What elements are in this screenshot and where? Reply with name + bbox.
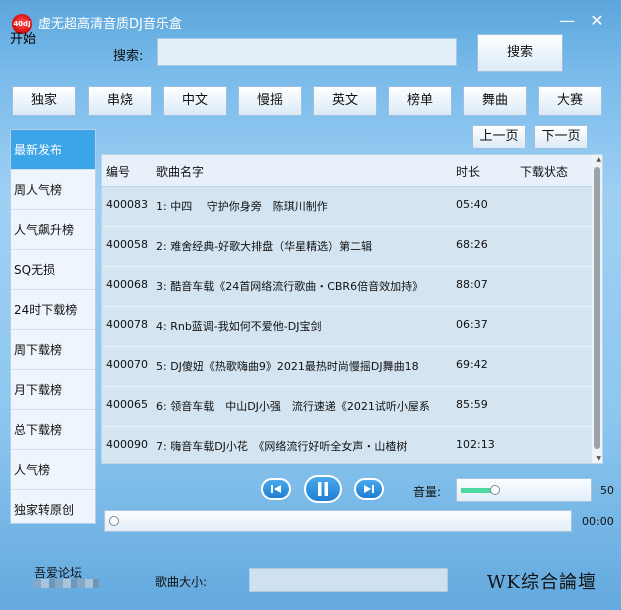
song-id: 400068 xyxy=(106,278,148,291)
sidebar: 最新发布 周人气榜 人气飙升榜 SQ无损 24时下载榜 周下载榜 月下载榜 总下… xyxy=(10,129,96,524)
sidebar-item-24h-downloads[interactable]: 24时下载榜 xyxy=(11,290,95,330)
table-row[interactable]: 400058 2: 难舍经典-好歌大排盘（华星精选）第二辑 68:26 xyxy=(102,226,592,267)
song-id: 400070 xyxy=(106,358,148,371)
previous-track-button[interactable] xyxy=(261,478,291,500)
scroll-thumb[interactable] xyxy=(594,167,600,449)
song-id: 400065 xyxy=(106,398,148,411)
volume-label: 音量: xyxy=(413,485,442,499)
table-scrollbar[interactable]: ▲ ▼ xyxy=(592,155,602,463)
volume-slider[interactable] xyxy=(456,478,592,502)
song-duration: 85:59 xyxy=(456,398,488,411)
volume-value: 50 xyxy=(600,484,614,497)
prev-page-button[interactable]: 上一页 xyxy=(472,125,526,149)
song-name: 1: 中四 守护你身旁 陈琪川制作 xyxy=(156,200,328,213)
sidebar-item-monthly-downloads[interactable]: 月下载榜 xyxy=(11,370,95,410)
table-row[interactable]: 400070 5: DJ傻妞《热歌嗨曲9》2021最热时尚慢摇DJ舞曲18 69… xyxy=(102,346,592,387)
skip-back-icon xyxy=(271,485,281,493)
scroll-up-icon[interactable]: ▲ xyxy=(596,156,601,163)
table-row[interactable]: 400078 4: Rnb蓝调-我如何不爱他-DJ宝剑 06:37 xyxy=(102,306,592,347)
sidebar-item-total-downloads[interactable]: 总下载榜 xyxy=(11,410,95,450)
song-id: 400078 xyxy=(106,318,148,331)
song-duration: 68:26 xyxy=(456,238,488,251)
song-duration: 88:07 xyxy=(456,278,488,291)
sidebar-item-weekly-downloads[interactable]: 周下载榜 xyxy=(11,330,95,370)
start-label[interactable]: 开始 xyxy=(10,28,36,47)
scroll-down-icon[interactable]: ▼ xyxy=(596,455,601,462)
song-id: 400058 xyxy=(106,238,148,251)
category-button-dance[interactable]: 舞曲 xyxy=(463,86,527,116)
pause-icon xyxy=(318,482,328,496)
song-table: 编号 歌曲名字 时长 下载状态 400083 1: 中四 守护你身旁 陈琪川制作… xyxy=(101,154,603,464)
song-name: 5: DJ傻妞《热歌嗨曲9》2021最热时尚慢摇DJ舞曲18 xyxy=(156,360,419,373)
search-label: 搜索: xyxy=(113,49,144,64)
column-header-duration[interactable]: 时长 xyxy=(456,163,480,180)
category-button-slow[interactable]: 慢摇 xyxy=(238,86,302,116)
next-track-button[interactable] xyxy=(354,478,384,500)
next-page-button[interactable]: 下一页 xyxy=(534,125,588,149)
column-header-id[interactable]: 编号 xyxy=(106,163,130,180)
category-button-english[interactable]: 英文 xyxy=(313,86,377,116)
sidebar-item-weekly-popular[interactable]: 周人气榜 xyxy=(11,170,95,210)
table-row[interactable]: 400083 1: 中四 守护你身旁 陈琪川制作 05:40 xyxy=(102,186,592,227)
song-duration: 69:42 xyxy=(456,358,488,371)
song-duration: 06:37 xyxy=(456,318,488,331)
table-row[interactable]: 400090 7: 嗨音车载DJ小花 《网络流行好听全女声・山楂树 102:13 xyxy=(102,426,592,463)
category-button-contest[interactable]: 大赛 xyxy=(538,86,602,116)
progress-knob[interactable] xyxy=(109,516,119,526)
category-button-medley[interactable]: 串烧 xyxy=(88,86,152,116)
song-name: 2: 难舍经典-好歌大排盘（华星精选）第二辑 xyxy=(156,240,373,253)
sidebar-item-rising[interactable]: 人气飙升榜 xyxy=(11,210,95,250)
window-title: 虚无超高清音质DJ音乐盒 xyxy=(38,17,182,32)
sidebar-item-exclusive-original[interactable]: 独家转原创 xyxy=(11,490,95,530)
song-duration: 102:13 xyxy=(456,438,495,451)
category-button-chinese[interactable]: 中文 xyxy=(163,86,227,116)
sidebar-item-popular[interactable]: 人气榜 xyxy=(11,450,95,490)
song-id: 400090 xyxy=(106,438,148,451)
search-input[interactable] xyxy=(157,38,457,66)
blurred-text xyxy=(33,579,99,588)
sidebar-item-sq-lossless[interactable]: SQ无损 xyxy=(11,250,95,290)
song-size-label: 歌曲大小: xyxy=(155,575,208,589)
song-name: 6: 领音车载 中山DJ小强 流行速递《2021试听小屋系 xyxy=(156,400,430,413)
column-header-status[interactable]: 下载状态 xyxy=(520,163,568,180)
watermark: WK综合論壇 xyxy=(487,572,597,593)
category-button-charts[interactable]: 榜单 xyxy=(388,86,452,116)
playback-time: 00:00 xyxy=(582,515,614,528)
song-id: 400083 xyxy=(106,198,148,211)
column-header-name[interactable]: 歌曲名字 xyxy=(156,163,204,180)
skip-forward-icon xyxy=(364,485,374,493)
pause-button[interactable] xyxy=(304,475,342,503)
search-button[interactable]: 搜索 xyxy=(477,34,563,72)
close-button[interactable]: ✕ xyxy=(586,10,608,32)
table-header: 编号 歌曲名字 时长 下载状态 xyxy=(102,155,602,187)
progress-slider[interactable] xyxy=(104,510,572,532)
volume-knob[interactable] xyxy=(490,485,500,495)
song-name: 3: 酷音车载《24首网络流行歌曲・CBR6倍音效加持》 xyxy=(156,280,424,293)
table-row[interactable]: 400068 3: 酷音车载《24首网络流行歌曲・CBR6倍音效加持》 88:0… xyxy=(102,266,592,307)
table-row[interactable]: 400065 6: 领音车载 中山DJ小强 流行速递《2021试听小屋系 85:… xyxy=(102,386,592,427)
song-duration: 05:40 xyxy=(456,198,488,211)
song-name: 7: 嗨音车载DJ小花 《网络流行好听全女声・山楂树 xyxy=(156,440,408,453)
song-size-field xyxy=(249,568,448,592)
volume-fill xyxy=(461,488,493,493)
category-button-exclusive[interactable]: 独家 xyxy=(12,86,76,116)
sidebar-item-latest[interactable]: 最新发布 xyxy=(11,130,95,170)
minimize-button[interactable]: — xyxy=(556,10,578,32)
song-name: 4: Rnb蓝调-我如何不爱他-DJ宝剑 xyxy=(156,320,322,333)
